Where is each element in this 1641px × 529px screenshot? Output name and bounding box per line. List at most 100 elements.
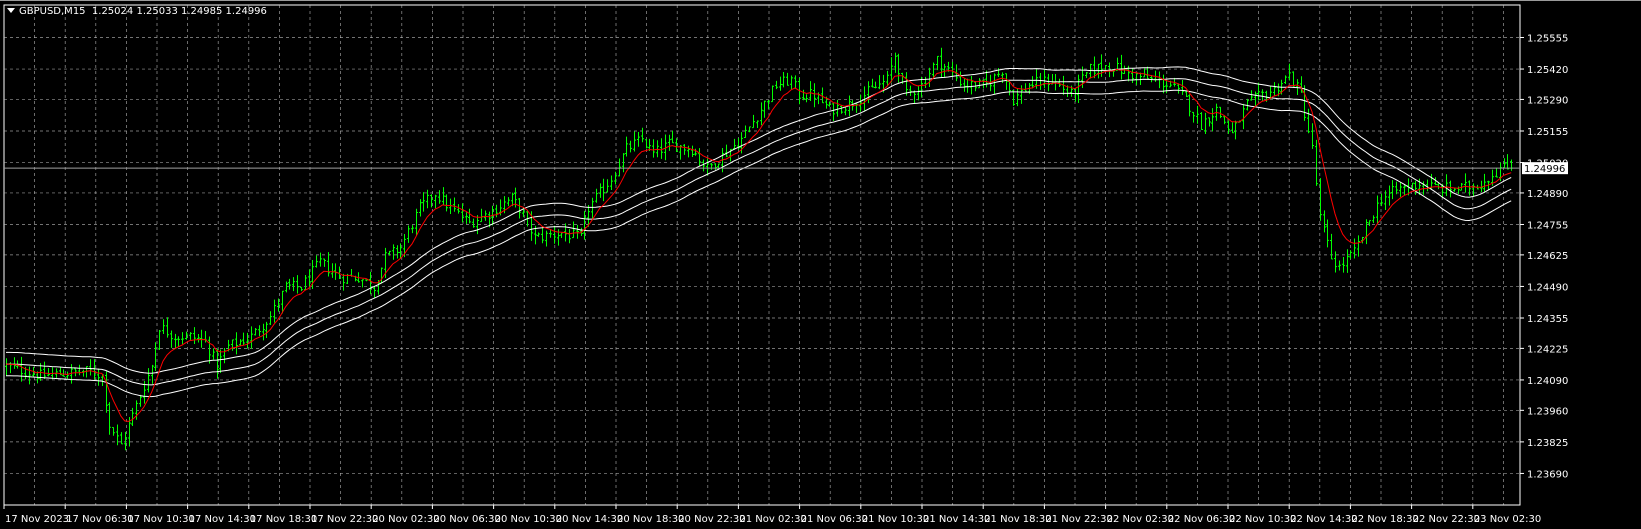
time-axis-label: 20 Nov 22:30 [678, 514, 745, 525]
ohlc-bar [595, 188, 598, 203]
price-chart[interactable]: 1.255551.254201.252901.251551.250201.248… [0, 1, 1641, 529]
ohlc-bar [1307, 108, 1310, 134]
ohlc-bar [1323, 210, 1326, 233]
ohlc-bar [189, 332, 192, 340]
price-axis-label: 1.24490 [1527, 282, 1568, 293]
time-axis-label: 23 Nov 02:30 [1474, 514, 1541, 525]
ohlc-bar [878, 75, 881, 90]
time-axis-label: 22 Nov 22:30 [1413, 514, 1480, 525]
ohlc-bar [894, 52, 897, 73]
ohlc-bar [1116, 57, 1119, 71]
ohlc-bar [1097, 63, 1100, 79]
ohlc-bar [1449, 180, 1452, 198]
ohlc-bar [20, 356, 23, 382]
time-axis-label: 17 Nov 10:30 [127, 514, 194, 525]
ohlc-bar [438, 190, 441, 204]
current-price-label: 1.24996 [1524, 164, 1565, 175]
chart-window[interactable]: 1.255551.254201.252901.251551.250201.248… [0, 0, 1641, 528]
ohlc-bar [744, 125, 747, 138]
ohlc-bar [790, 75, 793, 90]
ohlc-bar [484, 210, 487, 221]
ohlc-bar [614, 171, 617, 185]
ohlc-bar [978, 78, 981, 89]
ohlc-bar [1510, 159, 1513, 171]
ohlc-bar [629, 140, 632, 153]
ohlc-bar [1319, 178, 1322, 221]
ohlc-bar [633, 131, 636, 152]
envelope-upper-line [6, 66, 1512, 374]
ohlc-bar [763, 100, 766, 118]
ohlc-bar [1495, 167, 1498, 178]
ohlc-bar [139, 394, 142, 407]
ohlc-bar [1188, 94, 1191, 117]
ohlc-bar [181, 332, 184, 345]
ohlc-bar [1384, 190, 1387, 210]
ohlc-bar [1468, 180, 1471, 196]
ohlc-bar [235, 332, 238, 355]
ohlc-bar [756, 120, 759, 129]
ohlc-bar [174, 333, 177, 349]
ohlc-bar [1219, 106, 1222, 119]
time-axis-label: 22 Nov 06:30 [1168, 514, 1235, 525]
price-axis-label: 1.24355 [1527, 314, 1568, 325]
ohlc-bar [832, 102, 835, 121]
ohlc-bar [28, 366, 31, 385]
ohlc-bar [840, 104, 843, 114]
chart-header: GBPUSD,M15 1.25024 1.25033 1.24985 1.249… [7, 6, 267, 17]
ohlc-bar [1135, 72, 1138, 85]
ohlc-bar [602, 178, 605, 202]
ohlc-bar [158, 329, 161, 350]
ohlc-bar [1342, 256, 1345, 273]
ohlc-bar [591, 197, 594, 221]
ohlc-bar [1085, 71, 1088, 79]
ohlc-bar [323, 258, 326, 267]
symbol-label: GBPUSD,M15 [19, 6, 86, 17]
ohlc-bar [625, 136, 628, 157]
ohlc-bar [296, 275, 299, 294]
ohlc-bar [62, 369, 65, 377]
ohlc-bar [775, 80, 778, 90]
ohlc-bar [231, 339, 234, 351]
ohlc-bar [645, 138, 648, 149]
ohlc-bar [1445, 174, 1448, 196]
ohlc-bar [170, 330, 173, 348]
ohlc-bar [794, 75, 797, 89]
ohlc-bar [193, 327, 196, 344]
ohlc-bar [1031, 76, 1034, 89]
time-axis-label: 17 Nov 18:30 [250, 514, 317, 525]
time-axis-label: 22 Nov 10:30 [1229, 514, 1296, 525]
ohlc-bar [1472, 183, 1475, 197]
ohlc-bar [112, 426, 115, 436]
ohlc-bar [1234, 120, 1237, 140]
price-axis-label: 1.25290 [1527, 95, 1568, 106]
close-value: 1.24996 [225, 6, 267, 17]
ohlc-bar [1395, 181, 1398, 195]
ohlc-bar [959, 71, 962, 87]
ohlc-bar [936, 55, 939, 71]
ohlc-bar [250, 326, 253, 349]
ohlc-bar [1143, 68, 1146, 78]
ohlc-bar [782, 71, 785, 88]
price-axis-label: 1.23825 [1527, 438, 1568, 449]
time-axis-label: 17 Nov 14:30 [189, 514, 256, 525]
ohlc-bar [668, 134, 671, 151]
time-axis-label: 22 Nov 18:30 [1351, 514, 1418, 525]
ohlc-bar [886, 70, 889, 86]
ohlc-bar [1257, 82, 1260, 101]
ohlc-bar [802, 89, 805, 101]
ohlc-bar [442, 187, 445, 206]
ohlc-bar [748, 126, 751, 133]
ohlc-bar [254, 327, 257, 336]
ohlc-bar [993, 73, 996, 94]
ohlc-bar [1303, 85, 1306, 121]
time-axis-label: 21 Nov 02:30 [739, 514, 806, 525]
ohlc-bar [212, 348, 215, 360]
ohlc-bar [461, 203, 464, 223]
ohlc-bar [411, 225, 414, 234]
dropdown-triangle-icon[interactable] [7, 8, 15, 13]
ohlc-bar [786, 72, 789, 86]
price-axis-label: 1.24755 [1527, 220, 1568, 231]
ohlc-bar [1346, 249, 1349, 273]
ohlc-bar [1131, 68, 1134, 83]
ohlc-bar [242, 332, 245, 346]
